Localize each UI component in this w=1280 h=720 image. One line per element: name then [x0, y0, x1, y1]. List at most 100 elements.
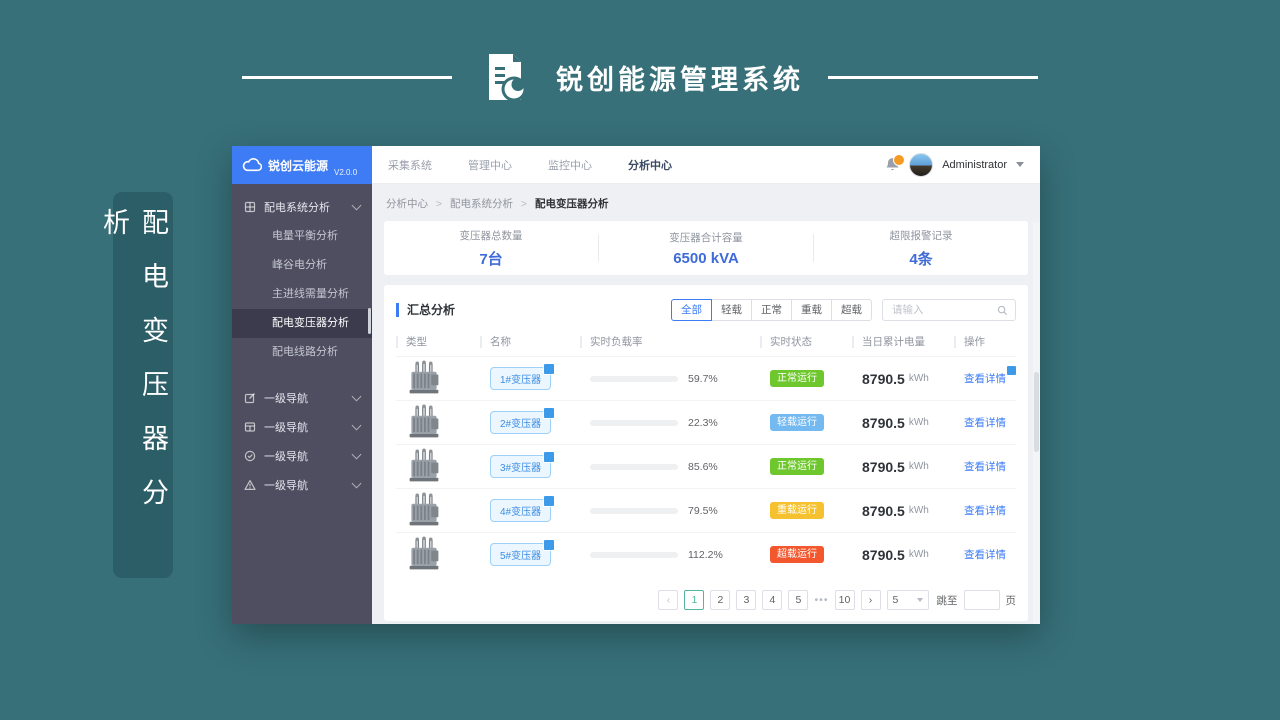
transformer-name-tag[interactable]: 2#变压器: [490, 407, 556, 434]
tab-analysis-center[interactable]: 分析中心: [628, 157, 672, 173]
view-details-label: 查看详情: [964, 417, 1006, 429]
bell-icon[interactable]: [885, 153, 906, 173]
app-logo: 锐创云能源 V2.0.0: [232, 146, 372, 184]
energy-value: 8790.5: [862, 502, 905, 519]
status-badge: 正常运行: [770, 458, 824, 475]
pagination-page-2[interactable]: 2: [710, 590, 731, 610]
breadcrumb-distribution-analysis[interactable]: 配电系统分析: [450, 198, 513, 210]
window-scrollbar-thumb[interactable]: [1034, 372, 1039, 452]
view-details-link[interactable]: 查看详情: [964, 459, 1006, 474]
column-header-type: 类型: [396, 336, 480, 348]
sidebar-item-label: 一级导航: [264, 421, 308, 434]
view-details-link[interactable]: 查看详情: [964, 503, 1006, 518]
energy-unit: kWh: [908, 549, 929, 560]
window-scrollbar[interactable]: [1033, 222, 1040, 624]
search-input[interactable]: [890, 303, 997, 317]
page-size-select[interactable]: 5: [886, 590, 929, 610]
tag-badge-icon: [543, 495, 556, 507]
pagination-page-5[interactable]: 5: [788, 590, 809, 610]
breadcrumb-current: 配电变压器分析: [534, 198, 609, 210]
transformer-image: [409, 536, 439, 569]
transformer-image: [409, 404, 439, 437]
sidebar-item-energy-balance[interactable]: 电量平衡分析: [232, 222, 372, 251]
sidebar: 锐创云能源 V2.0.0 配电系统分析 电量平衡分析 峰谷电分析 主进线需量分析…: [232, 146, 372, 624]
load-bar: [590, 419, 678, 426]
pagination-ellipsis[interactable]: •••: [814, 594, 828, 606]
filter-light-load[interactable]: 轻载: [711, 299, 752, 321]
action-cell: 查看详情: [954, 459, 1016, 474]
column-header-energy: 当日累计电量: [852, 336, 954, 348]
avatar[interactable]: [909, 152, 934, 177]
side-label: 配电变压器分析: [99, 192, 173, 578]
energy-cell: 8790.5 kWh: [852, 415, 954, 431]
pagination-page-10[interactable]: 10: [834, 590, 855, 610]
sidebar-item-nav-3[interactable]: 一级导航: [232, 441, 372, 470]
sidebar-item-nav-1[interactable]: 一级导航: [232, 383, 372, 412]
warning-icon: [244, 479, 256, 490]
breadcrumb-separator: >: [435, 198, 443, 210]
status-cell: 超载运行: [760, 546, 852, 563]
banner-right-rule: [828, 75, 1038, 79]
chevron-down-icon[interactable]: [1016, 162, 1024, 167]
sidebar-item-distribution-analysis[interactable]: 配电系统分析: [232, 193, 372, 220]
transformer-name-tag[interactable]: 5#变压器: [490, 539, 556, 566]
sidebar-item-main-line-demand[interactable]: 主进线需量分析: [232, 280, 372, 309]
view-details-label: 查看详情: [964, 373, 1006, 385]
sidebar-extra-group: 一级导航 一级导航 一级导航 一级导航: [232, 383, 372, 499]
stat-value: 7台: [479, 250, 503, 268]
filter-heavy-load[interactable]: 重载: [791, 299, 832, 321]
table-icon: [244, 421, 256, 432]
view-details-link[interactable]: 查看详情: [964, 415, 1006, 430]
sidebar-item-line-analysis[interactable]: 配电线路分析: [232, 338, 372, 367]
jump-page-input[interactable]: [963, 590, 1000, 610]
breadcrumb-analysis-center[interactable]: 分析中心: [386, 198, 428, 210]
transformer-name: 1#变压器: [500, 375, 542, 386]
user-name[interactable]: Administrator: [942, 159, 1007, 171]
type-cell: [396, 492, 480, 530]
load-cell: 22.3%: [580, 417, 760, 429]
filter-overload[interactable]: 超载: [831, 299, 872, 321]
status-badge: 重载运行: [770, 502, 824, 519]
grid-icon: [244, 201, 256, 212]
transformer-name-tag[interactable]: 1#变压器: [490, 363, 556, 390]
sidebar-scrollbar-thumb[interactable]: [368, 308, 371, 334]
pagination-page-3[interactable]: 3: [736, 590, 757, 610]
sidebar-item-transformer-analysis[interactable]: 配电变压器分析: [232, 309, 372, 338]
tag-badge-icon: [543, 363, 556, 375]
sidebar-item-nav-4[interactable]: 一级导航: [232, 470, 372, 499]
app-version: V2.0.0: [334, 168, 358, 177]
tab-monitoring-center[interactable]: 监控中心: [548, 157, 592, 173]
app-header: 采集系统 管理中心 监控中心 分析中心 Administrator: [372, 146, 1040, 184]
tab-management-center[interactable]: 管理中心: [468, 157, 512, 173]
sidebar-item-peak-valley[interactable]: 峰谷电分析: [232, 251, 372, 280]
transformer-name-tag[interactable]: 4#变压器: [490, 495, 556, 522]
view-details-link[interactable]: 查看详情: [964, 547, 1006, 562]
name-cell: 3#变压器: [480, 451, 580, 478]
column-header-load-rate: 实时负载率: [580, 336, 760, 348]
pagination-page-1[interactable]: 1: [684, 590, 705, 610]
filter-normal[interactable]: 正常: [751, 299, 792, 321]
tab-collection-system[interactable]: 采集系统: [388, 157, 432, 173]
view-details-link[interactable]: 查看详情: [964, 365, 1017, 386]
pagination-page-4[interactable]: 4: [762, 590, 783, 610]
page-background: 锐创能源管理系统 配电变压器分析 锐创云能源 V2.0.0 配电系统分析 电量平…: [0, 0, 1280, 720]
action-cell: 查看详情: [954, 415, 1016, 430]
action-badge-icon: [1006, 365, 1017, 376]
chevron-down-icon: [351, 420, 362, 430]
status-badge: 轻载运行: [770, 414, 824, 431]
table-row: 5#变压器 112.2% 超载运行 8790.5 kWh 查看详情: [396, 532, 1016, 576]
pagination-next[interactable]: ›: [860, 590, 881, 610]
check-circle-icon: [244, 450, 256, 461]
search-box: [882, 299, 1016, 321]
transformer-name-tag[interactable]: 3#变压器: [490, 451, 556, 478]
energy-value: 8790.5: [862, 370, 905, 387]
sidebar-item-label: 一级导航: [264, 392, 308, 405]
chevron-down-icon: [351, 449, 362, 459]
pagination-prev[interactable]: ‹: [658, 590, 679, 610]
chevron-down-icon: [351, 391, 362, 401]
load-bar: [590, 507, 678, 514]
filter-all[interactable]: 全部: [671, 299, 712, 321]
search-icon[interactable]: [997, 305, 1008, 316]
action-cell: 查看详情: [954, 503, 1016, 518]
sidebar-item-nav-2[interactable]: 一级导航: [232, 412, 372, 441]
